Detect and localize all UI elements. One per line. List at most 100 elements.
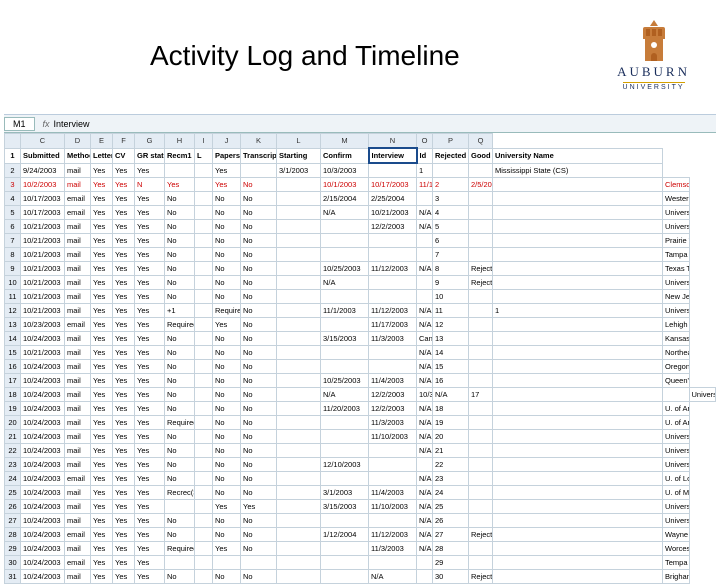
cell[interactable]: Yes [135, 443, 165, 457]
cell[interactable]: mail [65, 289, 91, 303]
cell[interactable] [469, 401, 493, 415]
cell[interactable]: 10/21/2003 [21, 261, 65, 275]
cell[interactable] [277, 303, 321, 317]
cell[interactable]: 2/15/2004 [321, 191, 369, 205]
cell[interactable]: 10/21/2003 [21, 303, 65, 317]
cell[interactable] [277, 205, 321, 219]
cell[interactable]: Yes [135, 163, 165, 177]
column-header[interactable]: J [213, 134, 241, 149]
cell[interactable]: No [165, 429, 195, 443]
cell[interactable] [493, 191, 663, 205]
row-number[interactable]: 15 [5, 345, 21, 359]
cell[interactable] [493, 499, 663, 513]
cell[interactable]: Yes [91, 457, 113, 471]
cell[interactable]: 10/24/2003 [21, 555, 65, 569]
cell[interactable]: No [241, 275, 277, 289]
cell[interactable]: No [241, 261, 277, 275]
cell[interactable] [493, 317, 663, 331]
cell[interactable]: No [213, 219, 241, 233]
cell[interactable] [277, 359, 321, 373]
row-number[interactable]: 24 [5, 471, 21, 485]
cell[interactable]: University of South Carolina (CSE) [663, 205, 690, 219]
cell[interactable]: 10/24/2003 [21, 387, 65, 401]
cell[interactable]: No [165, 219, 195, 233]
cell[interactable] [195, 513, 213, 527]
cell[interactable]: 3/1/2003 [321, 485, 369, 499]
cell[interactable] [277, 569, 321, 583]
cell[interactable] [165, 163, 195, 177]
cell[interactable] [321, 555, 369, 569]
cell[interactable]: N [135, 177, 165, 191]
cell[interactable]: mail [65, 513, 91, 527]
cell[interactable]: 2/5/2004 [469, 177, 493, 191]
row-number[interactable]: 12 [5, 303, 21, 317]
cell[interactable]: Yes [91, 387, 113, 401]
cell[interactable] [469, 345, 493, 359]
cell[interactable] [321, 569, 369, 583]
column-header[interactable]: C [21, 134, 65, 149]
cell[interactable] [195, 373, 213, 387]
column-header[interactable]: M [321, 134, 369, 149]
row-number[interactable]: 4 [5, 191, 21, 205]
column-header[interactable]: N [369, 134, 417, 149]
cell[interactable]: 10/24/2003 [21, 541, 65, 555]
cell[interactable]: 9 [433, 275, 469, 289]
cell[interactable]: mail [65, 359, 91, 373]
cell[interactable]: mail [65, 401, 91, 415]
cell[interactable]: Yes [135, 345, 165, 359]
cell[interactable]: No [241, 303, 277, 317]
cell[interactable]: Yes [135, 317, 165, 331]
cell[interactable]: Yes [113, 163, 135, 177]
cell[interactable]: No [241, 345, 277, 359]
cell[interactable]: Yes [135, 387, 165, 401]
cell[interactable] [277, 317, 321, 331]
cell[interactable] [369, 457, 417, 471]
cell[interactable]: Yes [113, 219, 135, 233]
cell[interactable]: No [213, 569, 241, 583]
cell[interactable]: 10/21/2003 [21, 275, 65, 289]
cell[interactable] [469, 219, 493, 233]
cell[interactable]: 10 [433, 289, 469, 303]
cell[interactable] [195, 429, 213, 443]
cell[interactable]: University of Mississippi (CE) [663, 499, 690, 513]
cell[interactable]: 10/24/2003 [21, 471, 65, 485]
cell[interactable]: mail [65, 177, 91, 191]
cell[interactable]: 21 [433, 443, 469, 457]
cell[interactable]: No [241, 429, 277, 443]
cell[interactable]: Yes [91, 191, 113, 205]
cell[interactable]: No [213, 205, 241, 219]
cell[interactable]: No [213, 387, 241, 401]
row-number[interactable]: 6 [5, 219, 21, 233]
column-header[interactable]: H [165, 134, 195, 149]
cell[interactable] [195, 415, 213, 429]
cell[interactable]: U. of Arkansas at Little Rock (CE) [663, 415, 690, 429]
cell[interactable]: Yes [91, 415, 113, 429]
cell[interactable] [195, 163, 213, 177]
cell[interactable]: No [165, 261, 195, 275]
row-number[interactable]: 31 [5, 569, 21, 583]
row-number[interactable]: 18 [5, 387, 21, 401]
cell[interactable]: Mississippi State (CS) [493, 163, 663, 177]
cell[interactable] [493, 401, 663, 415]
cell[interactable]: No [213, 191, 241, 205]
cell[interactable] [195, 191, 213, 205]
cell[interactable] [469, 289, 493, 303]
cell[interactable]: Yes [113, 359, 135, 373]
cell[interactable]: Yes [113, 443, 135, 457]
row-number[interactable]: 17 [5, 373, 21, 387]
field-header[interactable]: Transcript [241, 148, 277, 163]
cell[interactable]: mail [65, 303, 91, 317]
cell[interactable]: email [65, 471, 91, 485]
cell[interactable]: Yes [113, 569, 135, 583]
cell[interactable]: No [241, 527, 277, 541]
cell[interactable]: 3/1/2003 [277, 163, 321, 177]
cell[interactable]: No [213, 275, 241, 289]
cell[interactable]: University of New Mexico (CE) [663, 275, 690, 289]
cell[interactable]: Yes [91, 275, 113, 289]
cell[interactable]: Yes [91, 569, 113, 583]
cell[interactable]: N/A [417, 471, 433, 485]
cell[interactable]: Yes [113, 289, 135, 303]
cell[interactable] [493, 233, 663, 247]
cell[interactable]: 15 [433, 359, 469, 373]
cell[interactable]: Rejected [469, 261, 493, 275]
